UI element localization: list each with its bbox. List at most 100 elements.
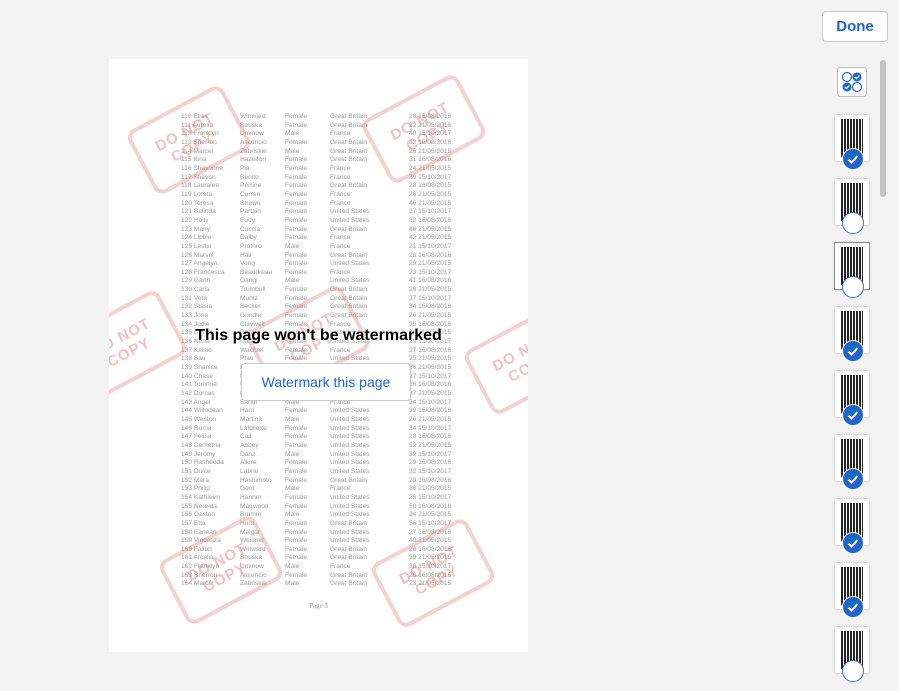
table-cell: Female xyxy=(285,502,307,510)
table-cell: France xyxy=(330,173,351,181)
table-cell: 128 Francesca xyxy=(181,268,225,276)
table-cell: France xyxy=(330,234,351,242)
table-row: 126 Marvel Hail Female Great Britain 28 16/0… xyxy=(181,252,481,261)
table-cell: Male xyxy=(285,511,300,519)
table-cell: 23 15/10/2017 xyxy=(409,268,452,276)
unchecked-circle-icon[interactable] xyxy=(842,276,864,298)
table-cell: Male xyxy=(285,130,300,138)
table-cell: Female xyxy=(285,294,307,302)
table-cell: Eudy xyxy=(240,216,256,224)
table-cell: Great Britain xyxy=(330,580,368,588)
page-thumbnail[interactable] xyxy=(835,435,869,490)
table-cell: Female xyxy=(285,493,307,501)
unchecked-circle-icon[interactable] xyxy=(842,212,864,234)
table-cell: France xyxy=(330,563,351,571)
page-thumbnail-list xyxy=(834,115,870,691)
table-cell: 131 Veta xyxy=(181,294,208,302)
table-cell: Danz xyxy=(240,450,256,458)
table-cell: Hazelton xyxy=(240,156,267,164)
table-cell: 40 15/10/2017 xyxy=(409,130,452,138)
table-cell: France xyxy=(330,199,351,207)
table-cell: Zabriskie xyxy=(240,580,267,588)
table-cell: 25 21/05/2015 xyxy=(409,355,452,363)
table-cell: 38 15/10/2017 xyxy=(409,563,452,571)
table-cell: Female xyxy=(285,571,307,579)
table-row: 152 Mara Hashimoto Female Great Britain 28 1… xyxy=(181,477,481,486)
page-thumbnail[interactable] xyxy=(834,242,870,298)
table-cell: Great Britain xyxy=(330,303,368,311)
table-row: 137 Kelsie Wachtel Female France 27 16/08/20… xyxy=(181,347,481,356)
table-cell: Curren xyxy=(240,190,261,198)
table-cell: 133 Jona xyxy=(181,312,209,320)
checked-circle-icon[interactable] xyxy=(842,404,864,426)
table-cell: 142 Dorcas xyxy=(181,390,215,397)
table-row: 113 Sherron Ascencio Female Great Britain 32… xyxy=(181,139,481,148)
table-cell: 113 Sherron xyxy=(181,138,217,146)
table-cell: Female xyxy=(285,164,307,172)
table-cell: Alkire xyxy=(240,459,257,467)
table-row: 151 Dulce Labrie Female United States 32 15/… xyxy=(181,468,481,477)
table-cell: 116 Shavonne xyxy=(181,164,224,172)
table-cell: 117 Shavon xyxy=(181,173,216,181)
checked-circle-icon[interactable] xyxy=(842,596,864,618)
table-cell: Female xyxy=(285,303,307,311)
table-cell: 52 16/08/2016 xyxy=(409,216,452,224)
select-all-pages-toggle[interactable] xyxy=(837,67,867,97)
table-cell: 148 Demetria xyxy=(181,441,221,449)
table-cell: Great Britain xyxy=(330,294,368,302)
table-cell: 157 Etta xyxy=(181,519,206,527)
table-row: 124 Libbie Dalby Female France 42 21/05/2015 xyxy=(181,234,481,243)
table-cell: 111 Aurelia xyxy=(181,121,214,129)
table-cell: Lafollette xyxy=(240,424,267,432)
table-cell: 28 21/05/2015 xyxy=(409,286,452,294)
table-cell: 124 Libbie xyxy=(181,234,212,242)
scrollbar-thumb[interactable] xyxy=(880,60,886,197)
table-row: 125 Lester Prothro Male France 21 15/10/2017 xyxy=(181,243,481,252)
table-cell: Female xyxy=(285,528,307,536)
page-thumbnail[interactable] xyxy=(835,499,869,554)
select-all-icon xyxy=(841,71,863,93)
table-cell: 36 21/05/2015 xyxy=(409,485,452,493)
table-cell: Female xyxy=(285,173,307,181)
table-cell: United States xyxy=(330,537,370,545)
table-cell: Female xyxy=(285,346,307,354)
table-cell: 147 Felisa xyxy=(181,433,212,441)
table-cell: 164 Marcel xyxy=(181,580,214,588)
table-cell: France xyxy=(330,346,351,354)
page-thumbnail[interactable] xyxy=(835,563,869,618)
table-cell: 138 Sau xyxy=(181,355,206,363)
table-cell: 27 16/08/2016 xyxy=(409,528,452,536)
watermark-this-page-button[interactable]: Watermark this page xyxy=(241,363,411,401)
unchecked-circle-icon[interactable] xyxy=(842,660,864,682)
table-cell: Partain xyxy=(240,208,261,216)
table-cell: Grindle xyxy=(240,312,262,320)
done-button[interactable]: Done xyxy=(822,11,888,42)
table-cell: United States xyxy=(330,433,370,441)
page-thumbnail[interactable] xyxy=(835,371,869,426)
table-cell: Cail xyxy=(240,433,252,441)
table-cell: Female xyxy=(285,476,307,484)
page-thumbnail[interactable] xyxy=(835,115,869,170)
checked-circle-icon[interactable] xyxy=(842,532,864,554)
table-cell: United States xyxy=(330,407,370,415)
table-cell: Benito xyxy=(240,173,259,181)
page-thumbnail[interactable] xyxy=(835,307,869,362)
page-thumbnail[interactable] xyxy=(835,627,869,682)
table-row: 120 Teresa Strawn Female France 46 21/05/201… xyxy=(181,200,481,209)
table-cell: Female xyxy=(285,260,307,268)
table-cell: France xyxy=(330,485,351,493)
table-cell: France xyxy=(330,242,351,250)
checked-circle-icon[interactable] xyxy=(842,468,864,490)
table-cell: Female xyxy=(285,225,307,233)
table-row: 155 Nereida Magwood Female United States 58 … xyxy=(181,503,481,512)
table-cell: Female xyxy=(285,286,307,294)
page-thumbnail[interactable] xyxy=(835,179,869,234)
table-cell: 118 Lauralee xyxy=(181,182,220,190)
page-preview: 110 Elias Winward Female Great Britain 28 16… xyxy=(109,59,528,652)
table-cell: 154 Kathleen xyxy=(181,493,220,501)
checked-circle-icon[interactable] xyxy=(842,340,864,362)
checked-circle-icon[interactable] xyxy=(842,148,864,170)
table-cell: United States xyxy=(330,208,370,216)
table-cell: 110 Elias xyxy=(181,113,208,120)
table-row: 121 Belinda Partain Female United States 37 … xyxy=(181,208,481,217)
